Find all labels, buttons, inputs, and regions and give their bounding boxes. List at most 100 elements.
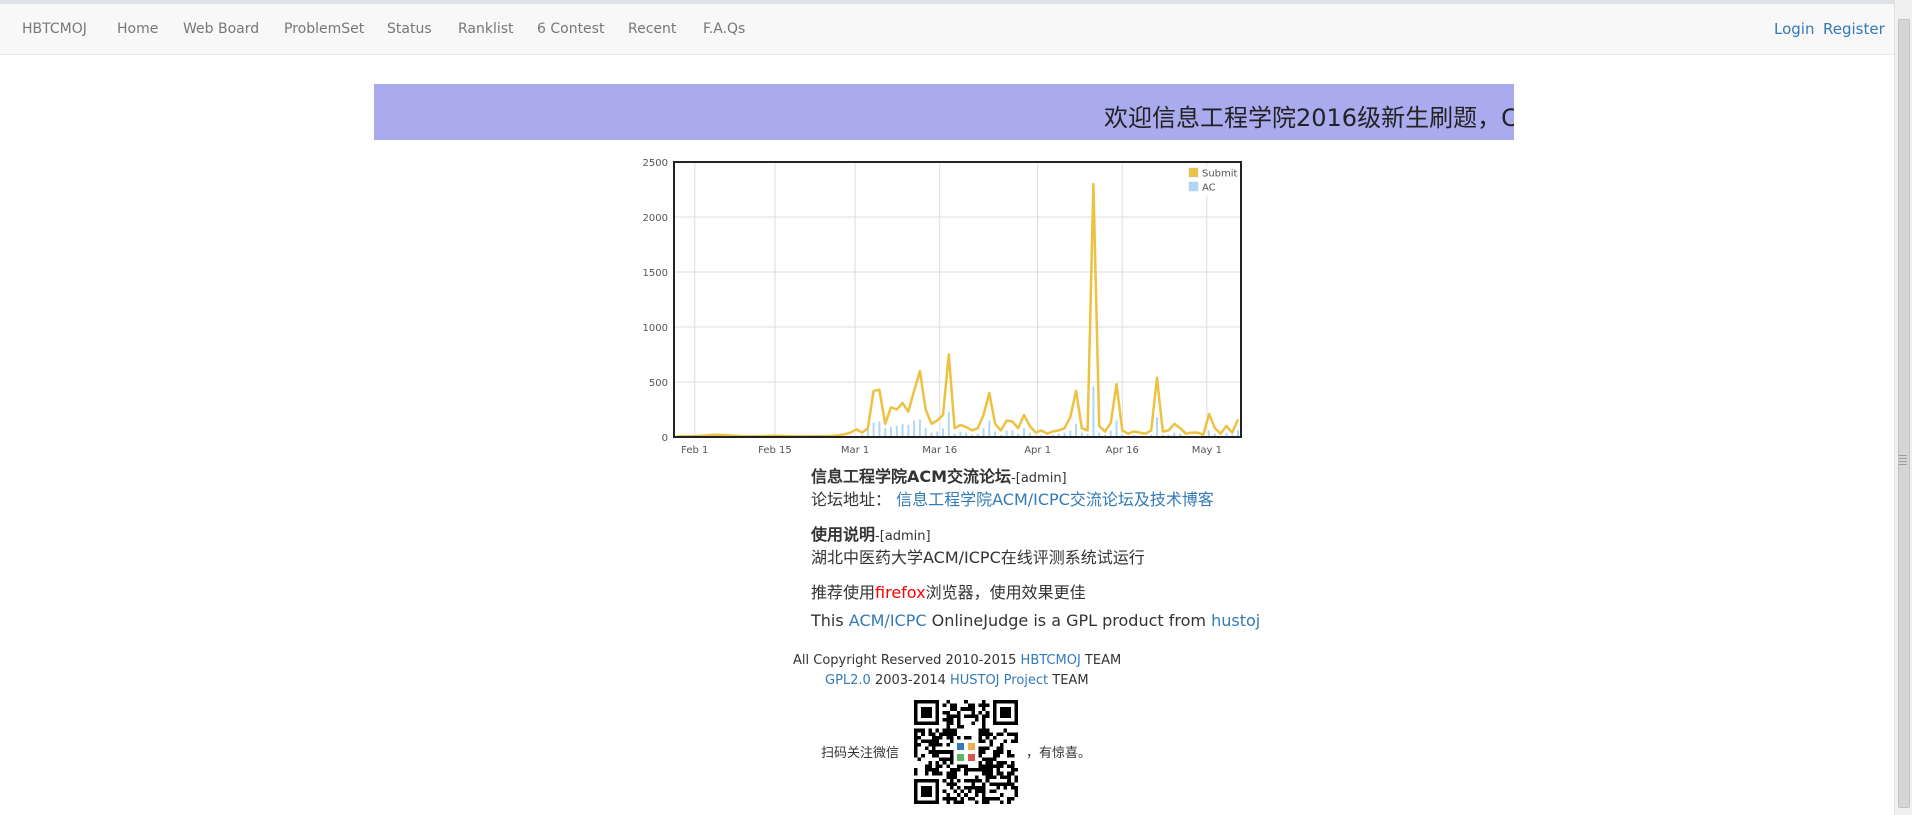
qr-module <box>914 735 918 740</box>
qr-module <box>935 743 940 747</box>
qr-logo-mark <box>957 743 965 751</box>
qr-module <box>989 764 993 769</box>
qr-module <box>921 739 925 744</box>
news-author-forum: -[admin] <box>1011 471 1067 486</box>
qr-module <box>960 725 965 729</box>
qr-module <box>917 728 922 733</box>
qr-module <box>957 714 961 718</box>
qr-module <box>964 764 968 769</box>
qr-module <box>967 796 972 801</box>
qr-module <box>1014 732 1018 736</box>
qr-module <box>978 746 983 751</box>
qr-module <box>992 735 997 740</box>
qr-module <box>1000 775 1004 779</box>
qr-module <box>974 768 979 772</box>
nav-recent[interactable]: Recent <box>628 21 676 37</box>
qr-module <box>971 707 975 711</box>
qr-module <box>978 760 983 765</box>
qr-module <box>964 793 968 797</box>
qr-module <box>992 789 997 794</box>
acm-icpc-link[interactable]: ACM/ICPC <box>849 611 927 630</box>
qr-module <box>985 768 990 772</box>
qr-module <box>996 796 1001 801</box>
nav-status[interactable]: Status <box>387 21 432 37</box>
nav-contest[interactable]: 6 Contest <box>537 21 604 37</box>
legend-swatch-submit <box>1188 167 1199 178</box>
qr-module <box>989 768 993 772</box>
qr-module <box>949 753 954 758</box>
qr-module <box>949 721 954 726</box>
qr-module <box>960 796 965 801</box>
qr-module <box>985 732 990 736</box>
qr-module <box>917 757 922 761</box>
qr-module <box>985 728 990 733</box>
qr-module <box>931 771 936 776</box>
register-link[interactable]: Register <box>1823 20 1885 38</box>
qr-module <box>985 735 990 740</box>
news-author-usage: -[admin] <box>875 529 931 544</box>
nav-ranklist[interactable]: Ranklist <box>458 21 514 37</box>
hustoj-project-link[interactable]: HUSTOJ Project <box>950 673 1048 688</box>
qr-module <box>982 796 986 801</box>
qr-module <box>967 768 972 772</box>
y-tick-label: 500 <box>649 378 668 389</box>
scrollbar-thumb[interactable] <box>1898 19 1910 808</box>
qr-module <box>982 700 986 704</box>
nav-problemset[interactable]: ProblemSet <box>284 21 364 37</box>
qr-module <box>946 757 950 761</box>
qr-module <box>935 750 940 754</box>
qr-module <box>953 775 958 779</box>
login-link[interactable]: Login <box>1774 20 1814 38</box>
qr-module <box>949 771 954 776</box>
gpl-link[interactable]: GPL2.0 <box>825 673 871 688</box>
qr-module <box>939 735 943 740</box>
forum-link[interactable]: 信息工程学院ACM/ICPC交流论坛及技术博客 <box>896 490 1214 509</box>
qr-module <box>917 735 922 740</box>
brand-link[interactable]: HBTCMOJ <box>22 21 87 37</box>
gpl-text-prefix: This <box>811 611 849 630</box>
qr-module <box>914 732 918 736</box>
qr-module <box>949 703 954 708</box>
qr-module <box>971 786 975 790</box>
y-tick-label: 1000 <box>643 323 668 334</box>
qr-module <box>974 778 979 783</box>
qr-module <box>967 714 972 718</box>
gpl-suffix: TEAM <box>1048 673 1089 688</box>
x-tick-label: Mar 16 <box>922 445 957 456</box>
qr-module <box>978 728 983 733</box>
qr-module <box>1003 782 1008 787</box>
nav-home[interactable]: Home <box>117 21 158 37</box>
qr-module <box>949 735 954 740</box>
qr-module <box>971 796 975 801</box>
qr-module <box>924 768 929 772</box>
qr-module <box>949 778 954 783</box>
qr-module <box>924 771 929 776</box>
qr-module <box>967 735 972 740</box>
hbtcmoj-footer-link[interactable]: HBTCMOJ <box>1021 653 1081 668</box>
qr-module <box>1010 782 1015 787</box>
nav-web-board[interactable]: Web Board <box>183 21 259 37</box>
qr-module <box>1007 753 1011 758</box>
vertical-scrollbar[interactable] <box>1894 0 1912 815</box>
qr-module <box>978 789 983 794</box>
qr-module <box>953 714 958 718</box>
qr-module <box>978 778 983 783</box>
qr-module <box>924 746 929 751</box>
qr-module <box>992 757 997 761</box>
wechat-prefix: 扫码关注微信 <box>821 746 900 761</box>
banner-text: 欢迎信息工程学院2016级新生刷题，C <box>1104 104 1514 132</box>
hustoj-link[interactable]: hustoj <box>1211 611 1260 630</box>
qr-module <box>1007 750 1011 754</box>
nav-faqs[interactable]: F.A.Qs <box>703 21 745 37</box>
qr-module <box>928 743 932 747</box>
qr-module <box>1010 786 1015 790</box>
qr-module <box>942 778 947 783</box>
y-tick-label: 2500 <box>643 158 668 169</box>
qr-module <box>992 764 997 769</box>
qr-module <box>1007 782 1011 787</box>
usage-line-1: 湖北中医药大学ACM/ICPC在线评测系统试运行 <box>811 548 1145 567</box>
qr-module <box>1010 760 1015 765</box>
qr-module <box>989 782 993 787</box>
qr-module <box>985 710 990 715</box>
qr-module <box>992 796 997 801</box>
